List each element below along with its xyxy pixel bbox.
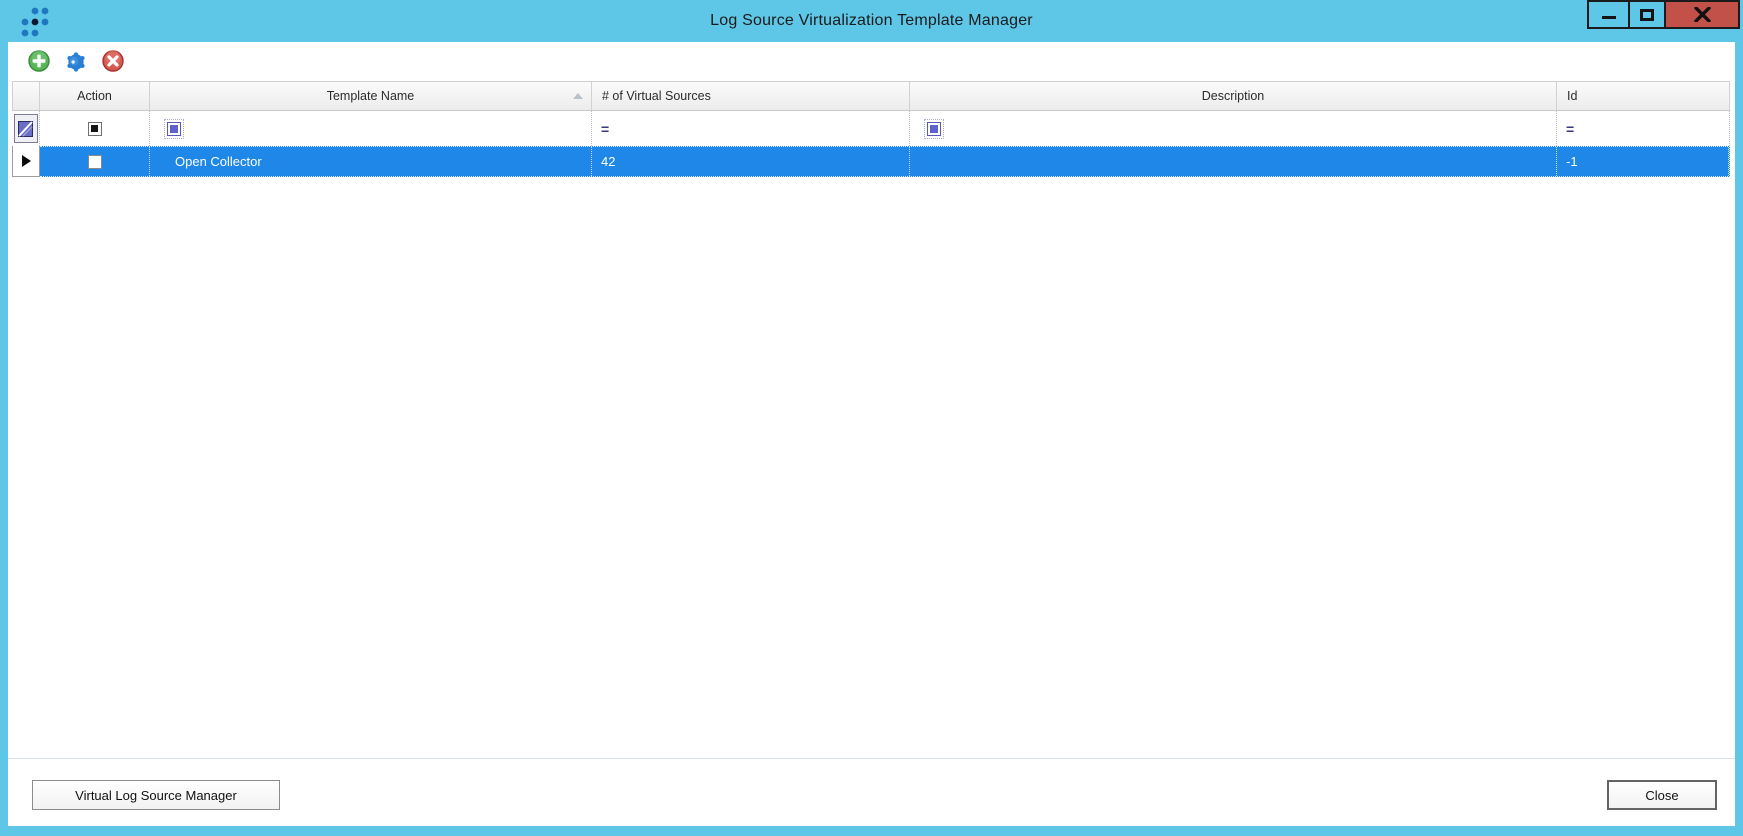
sort-ascending-icon	[573, 93, 583, 99]
column-header-template-name[interactable]: Template Name	[150, 81, 592, 111]
checkbox-indeterminate-mark	[91, 125, 98, 132]
close-icon	[1693, 7, 1711, 22]
dialog-content: Action Template Name # of Virtual Source…	[8, 42, 1735, 826]
grid-data-row: Open Collector 42 -1	[12, 146, 1730, 177]
filter-icon	[18, 120, 33, 137]
maximize-button[interactable]	[1628, 0, 1666, 29]
virtual-log-source-manager-button[interactable]: Virtual Log Source Manager	[32, 780, 280, 810]
checkbox-indeterminate-mark	[930, 124, 938, 133]
footer-separator	[8, 758, 1735, 759]
column-header-description[interactable]: Description	[910, 81, 1557, 111]
template-name-filter-checkbox[interactable]	[164, 118, 184, 139]
toolbar	[8, 42, 1735, 80]
description-filter-checkbox[interactable]	[924, 118, 944, 139]
grid-header-row: Action Template Name # of Virtual Source…	[12, 81, 1730, 111]
filter-virtual-sources-cell[interactable]: =	[592, 111, 910, 146]
template-name-cell[interactable]: Open Collector	[150, 147, 592, 176]
table-row-open-collector[interactable]: Open Collector 42 -1	[40, 146, 1730, 177]
minimize-icon	[1601, 16, 1616, 19]
filter-id-cell[interactable]: =	[1557, 111, 1730, 146]
action-checkbox[interactable]	[87, 154, 102, 169]
current-row-arrow-icon	[21, 155, 31, 167]
action-cell[interactable]	[40, 147, 150, 176]
titlebar[interactable]: Log Source Virtualization Template Manag…	[0, 0, 1743, 42]
window-title: Log Source Virtualization Template Manag…	[710, 12, 1033, 29]
column-header-virtual-sources[interactable]: # of Virtual Sources	[592, 81, 910, 111]
filter-template-name-cell[interactable]	[150, 111, 592, 146]
templates-grid: Action Template Name # of Virtual Source…	[12, 81, 1730, 177]
close-window-button[interactable]	[1664, 0, 1740, 29]
filter-action-cell[interactable]	[40, 111, 150, 146]
window-controls	[1587, 0, 1740, 29]
grid-filter-row: = =	[12, 111, 1730, 146]
add-template-button[interactable]	[28, 50, 50, 72]
maximize-icon	[1640, 8, 1654, 21]
grid-indicator-header	[12, 81, 40, 111]
delete-template-button[interactable]	[102, 50, 124, 72]
equals-operator-icon[interactable]: =	[592, 121, 609, 137]
filter-description-cell[interactable]	[910, 111, 1557, 146]
delete-icon	[102, 50, 124, 72]
edit-filter-button[interactable]	[13, 114, 38, 143]
row-indicator-cell	[12, 146, 40, 177]
properties-gear-icon	[67, 52, 85, 72]
add-icon	[28, 50, 50, 72]
dialog-window: Log Source Virtualization Template Manag…	[0, 0, 1743, 836]
column-header-id[interactable]: Id	[1557, 81, 1730, 111]
filter-indicator-cell	[12, 111, 40, 146]
close-button[interactable]: Close	[1607, 780, 1717, 810]
virtual-sources-cell[interactable]: 42	[592, 147, 910, 176]
checkbox-indeterminate-mark	[170, 124, 178, 133]
properties-button[interactable]	[65, 50, 87, 72]
column-header-action[interactable]: Action	[40, 81, 150, 111]
minimize-button[interactable]	[1587, 0, 1630, 29]
equals-operator-icon[interactable]: =	[1557, 121, 1574, 137]
description-cell[interactable]	[910, 147, 1557, 176]
id-cell[interactable]: -1	[1557, 147, 1729, 176]
action-filter-checkbox[interactable]	[87, 121, 102, 136]
